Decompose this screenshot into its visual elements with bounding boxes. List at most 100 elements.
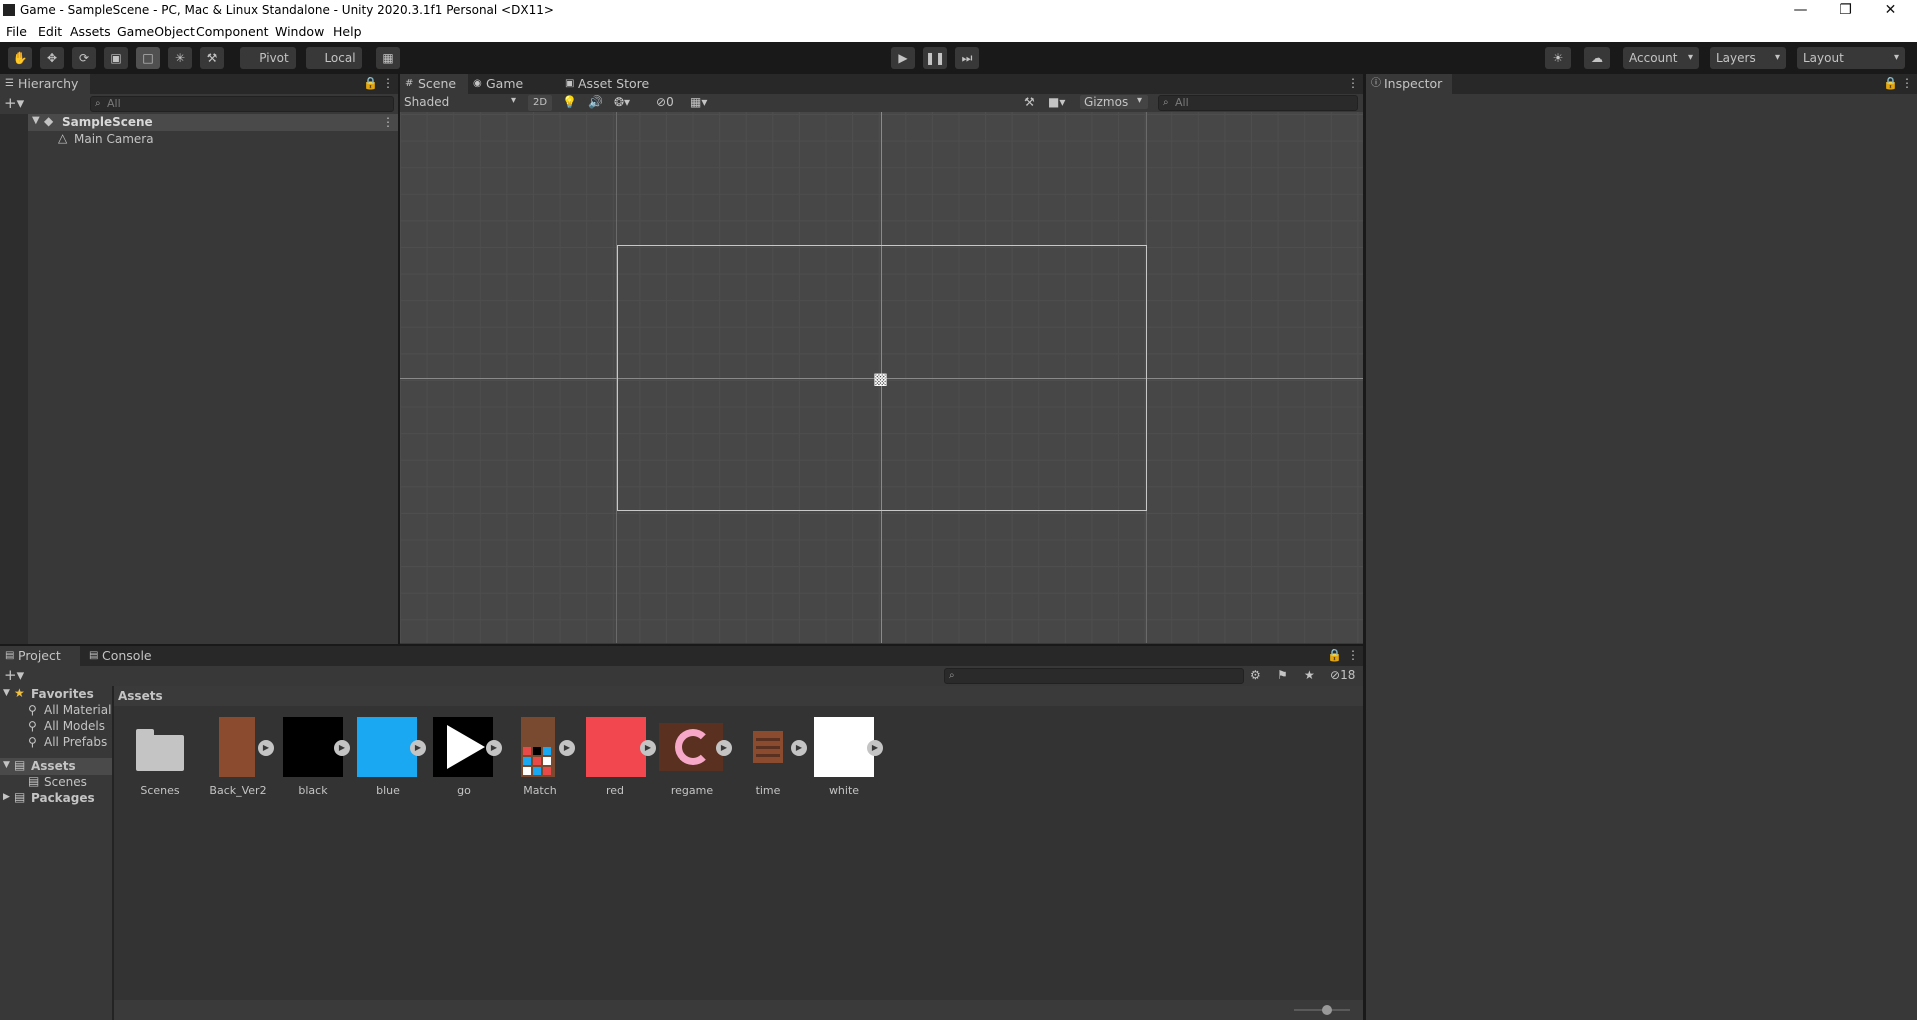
tab-scene[interactable]: # Scene <box>400 74 468 94</box>
add-icon[interactable]: +▾ <box>4 94 24 112</box>
camera-gizmo-icon[interactable]: ▩ <box>873 369 888 388</box>
menu-component[interactable]: Component <box>196 24 269 39</box>
cloud-icon[interactable]: ☁ <box>1584 47 1610 69</box>
hidden-objects-icon[interactable]: ⊘0 <box>656 95 674 109</box>
pivot-toggle[interactable]: Pivot <box>240 47 296 69</box>
play-icon[interactable]: ▶ <box>891 47 915 69</box>
tree-item-assets[interactable]: ▼ ▤ Assets <box>0 758 112 775</box>
asset-tile-regame[interactable]: ▶ regame <box>655 717 732 797</box>
menu-gameobject[interactable]: GameObject <box>117 24 195 39</box>
breadcrumb-assets[interactable]: Assets <box>118 689 163 703</box>
expand-sprite-icon[interactable]: ▶ <box>334 740 350 756</box>
step-icon[interactable]: ⏭ <box>955 47 979 69</box>
project-search-input[interactable] <box>944 668 1244 684</box>
expand-sprite-icon[interactable]: ▶ <box>410 740 426 756</box>
asset-tile-back-ver2[interactable]: ▶ Back_Ver2 <box>201 717 274 797</box>
expand-arrow-icon[interactable]: ▼ <box>32 115 40 126</box>
expand-sprite-icon[interactable]: ▶ <box>559 740 575 756</box>
2d-toggle[interactable]: 2D <box>528 95 552 111</box>
collapse-arrow-icon[interactable]: ▶ <box>3 792 10 802</box>
asset-tile-black[interactable]: ▶ black <box>276 717 350 797</box>
tab-project[interactable]: ▤ Project <box>0 646 80 666</box>
lock-icon[interactable]: 🔒 <box>363 76 378 90</box>
favorite-all-models[interactable]: All Models <box>44 719 105 733</box>
asset-tile-red[interactable]: ▶ red <box>578 717 656 797</box>
rotate-tool-icon[interactable]: ⟳ <box>72 47 96 69</box>
tab-asset-store[interactable]: ▣ Asset Store <box>560 74 656 94</box>
menu-file[interactable]: File <box>6 24 27 39</box>
grid-icon[interactable]: ▦▾ <box>690 95 707 109</box>
lock-icon[interactable]: 🔒 <box>1327 648 1342 662</box>
scene-search-input[interactable]: All <box>1158 95 1358 111</box>
account-dropdown[interactable]: Account <box>1623 47 1699 69</box>
camera-icon[interactable]: ■▾ <box>1048 95 1065 109</box>
lighting-icon[interactable]: 💡 <box>562 95 577 109</box>
layers-dropdown[interactable]: Layers <box>1710 47 1786 69</box>
filter-type-icon[interactable]: ⚙ <box>1250 668 1261 682</box>
menu-window[interactable]: Window <box>275 24 324 39</box>
layout-dropdown[interactable]: Layout <box>1797 47 1905 69</box>
tab-inspector[interactable]: ⓘ Inspector <box>1366 74 1452 94</box>
move-tool-icon[interactable]: ✥ <box>40 47 64 69</box>
asset-tile-white[interactable]: ▶ white <box>807 717 883 797</box>
pause-icon[interactable]: ❚❚ <box>923 47 947 69</box>
tree-item-scenes[interactable]: Scenes <box>44 775 87 789</box>
account-label: Account <box>1629 51 1678 65</box>
hidden-packages-icon[interactable]: ⊘18 <box>1330 668 1355 682</box>
minimize-icon[interactable]: — <box>1778 0 1823 21</box>
asset-tile-match[interactable]: ▶ Match <box>503 717 575 797</box>
expand-sprite-icon[interactable]: ▶ <box>791 740 807 756</box>
grid-snap-icon[interactable]: ▦ <box>376 47 400 69</box>
collab-icon[interactable]: ☀ <box>1545 47 1571 69</box>
add-icon[interactable]: +▾ <box>4 666 24 684</box>
close-icon[interactable]: ✕ <box>1868 0 1913 21</box>
hand-tool-icon[interactable]: ✋ <box>8 47 32 69</box>
list-item[interactable]: △ Main Camera <box>28 131 398 148</box>
menu-assets[interactable]: Assets <box>70 24 111 39</box>
transform-tool-icon[interactable]: ✳ <box>168 47 192 69</box>
asset-tile-time[interactable]: ▶ time <box>731 717 807 797</box>
tools-icon[interactable]: ⚒ <box>1024 95 1035 109</box>
filter-label-icon[interactable]: ⚑ <box>1277 668 1288 682</box>
scene-row[interactable]: ▼ ◆ SampleScene ⋮ <box>28 114 398 131</box>
custom-tool-icon[interactable]: ⚒ <box>200 47 224 69</box>
expand-sprite-icon[interactable]: ▶ <box>258 740 274 756</box>
audio-icon[interactable]: 🔊 <box>588 95 603 109</box>
scene-kebab-icon[interactable]: ⋮ <box>1347 76 1359 90</box>
kebab-menu-icon[interactable]: ⋮ <box>382 76 394 90</box>
effects-icon[interactable]: ❂▾ <box>614 95 630 109</box>
kebab-menu-icon[interactable]: ⋮ <box>1347 648 1359 662</box>
favorite-all-materials[interactable]: All Materials <box>44 703 112 717</box>
restore-icon[interactable]: ❐ <box>1823 0 1868 21</box>
expand-arrow-icon[interactable]: ▼ <box>3 688 10 698</box>
lock-icon[interactable]: 🔒 <box>1883 76 1898 90</box>
zoom-slider-handle[interactable] <box>1322 1005 1332 1015</box>
local-toggle[interactable]: Local <box>306 47 362 69</box>
rect-tool-icon[interactable]: □ <box>136 47 160 69</box>
expand-sprite-icon[interactable]: ▶ <box>640 740 656 756</box>
asset-tile-scenes[interactable]: Scenes <box>123 717 193 797</box>
scene-kebab-icon[interactable]: ⋮ <box>382 115 394 129</box>
asset-tile-blue[interactable]: ▶ blue <box>351 717 426 797</box>
asset-tile-go[interactable]: ▶ go <box>427 717 502 797</box>
expand-sprite-icon[interactable]: ▶ <box>867 740 883 756</box>
tree-item-packages[interactable]: Packages <box>31 791 95 805</box>
tab-game[interactable]: ◉ Game <box>468 74 536 94</box>
expand-sprite-icon[interactable]: ▶ <box>486 740 502 756</box>
menu-edit[interactable]: Edit <box>38 24 62 39</box>
scale-tool-icon[interactable]: ▣ <box>104 47 128 69</box>
gizmos-dropdown[interactable]: Gizmos <box>1080 95 1148 109</box>
favorite-star-icon[interactable]: ★ <box>1304 668 1315 682</box>
favorites-label[interactable]: Favorites <box>31 687 94 701</box>
favorite-all-prefabs[interactable]: All Prefabs <box>44 735 107 749</box>
kebab-menu-icon[interactable]: ⋮ <box>1901 76 1913 90</box>
shading-dropdown[interactable]: Shaded <box>404 95 522 109</box>
menu-help[interactable]: Help <box>333 24 362 39</box>
expand-sprite-icon[interactable]: ▶ <box>716 740 732 756</box>
expand-arrow-icon[interactable]: ▼ <box>3 760 10 770</box>
hierarchy-search-input[interactable]: All <box>90 96 394 112</box>
tab-console[interactable]: ▤ Console <box>84 646 164 666</box>
scene-viewport[interactable]: ▩ <box>400 112 1363 643</box>
tab-hierarchy[interactable]: ☰ Hierarchy <box>0 74 90 94</box>
asset-name: regame <box>670 784 714 797</box>
